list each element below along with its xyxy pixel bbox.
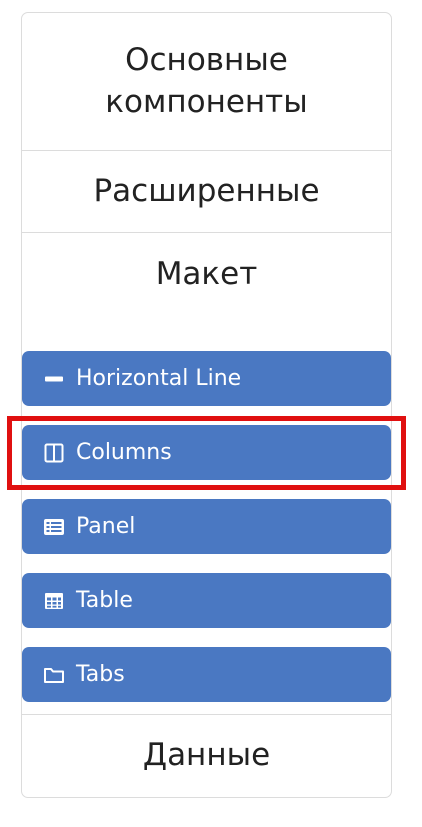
folder-icon [42, 663, 66, 687]
component-table[interactable]: Table [22, 573, 391, 628]
component-panel[interactable]: Panel [22, 499, 391, 554]
table-icon [42, 589, 66, 613]
component-label: Panel [76, 514, 136, 539]
section-basic-components[interactable]: Основные компоненты [22, 13, 391, 150]
section-data[interactable]: Данные [22, 715, 391, 797]
section-data-label: Данные [142, 737, 271, 774]
component-label: Columns [76, 440, 172, 465]
component-label: Horizontal Line [76, 366, 242, 391]
section-layout[interactable]: Макет [22, 233, 391, 317]
section-layout-label: Макет [155, 256, 258, 293]
component-tabs[interactable]: Tabs [22, 647, 391, 702]
minus-icon [42, 367, 66, 391]
component-label: Table [76, 588, 133, 613]
builder-sidebar: Основные компоненты Расширенные Макет Ho… [21, 12, 392, 798]
component-label: Tabs [76, 662, 125, 687]
section-basic-components-label: Основные компоненты [105, 41, 308, 120]
columns-icon [42, 441, 66, 465]
section-advanced[interactable]: Расширенные [22, 151, 391, 232]
list-alt-icon [42, 515, 66, 539]
section-advanced-label: Расширенные [93, 172, 320, 209]
component-columns[interactable]: Columns [22, 425, 391, 480]
component-horizontal-line[interactable]: Horizontal Line [22, 351, 391, 406]
